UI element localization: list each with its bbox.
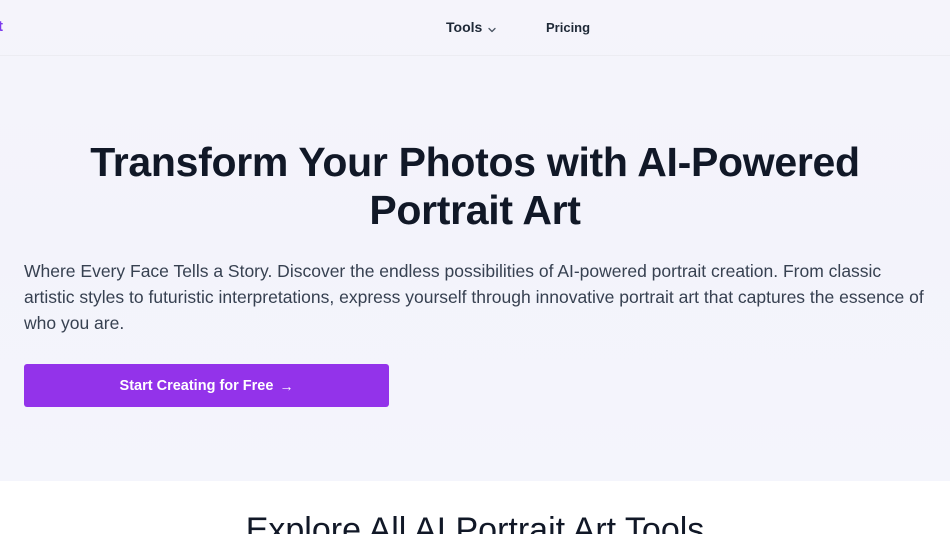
tools-section-title: Explore All AI Portrait Art Tools xyxy=(245,511,705,534)
start-creating-button[interactable]: Start Creating for Free → xyxy=(24,364,389,407)
nav-tools-label: Tools xyxy=(446,19,483,35)
page: t Tools Pricing Transform Your Photos wi… xyxy=(0,0,950,534)
logo[interactable]: t xyxy=(0,18,3,35)
tools-section: Explore All AI Portrait Art Tools xyxy=(0,481,950,534)
hero-title-line2: Portrait Art xyxy=(369,187,581,233)
hero-section: t Tools Pricing Transform Your Photos wi… xyxy=(0,0,950,481)
hero-description: Where Every Face Tells a Story. Discover… xyxy=(24,261,924,333)
top-nav: t Tools Pricing xyxy=(0,0,950,56)
hero-title-line1: Transform Your Photos with AI-Powered xyxy=(90,139,860,185)
arrow-right-icon: → xyxy=(279,377,294,394)
hero-title: Transform Your Photos with AI-Powered Po… xyxy=(0,138,950,234)
nav-pricing-link[interactable]: Pricing xyxy=(546,20,590,35)
chevron-down-icon xyxy=(487,22,497,33)
start-creating-label: Start Creating for Free xyxy=(119,377,274,394)
nav-tools-menu[interactable]: Tools xyxy=(446,19,497,35)
